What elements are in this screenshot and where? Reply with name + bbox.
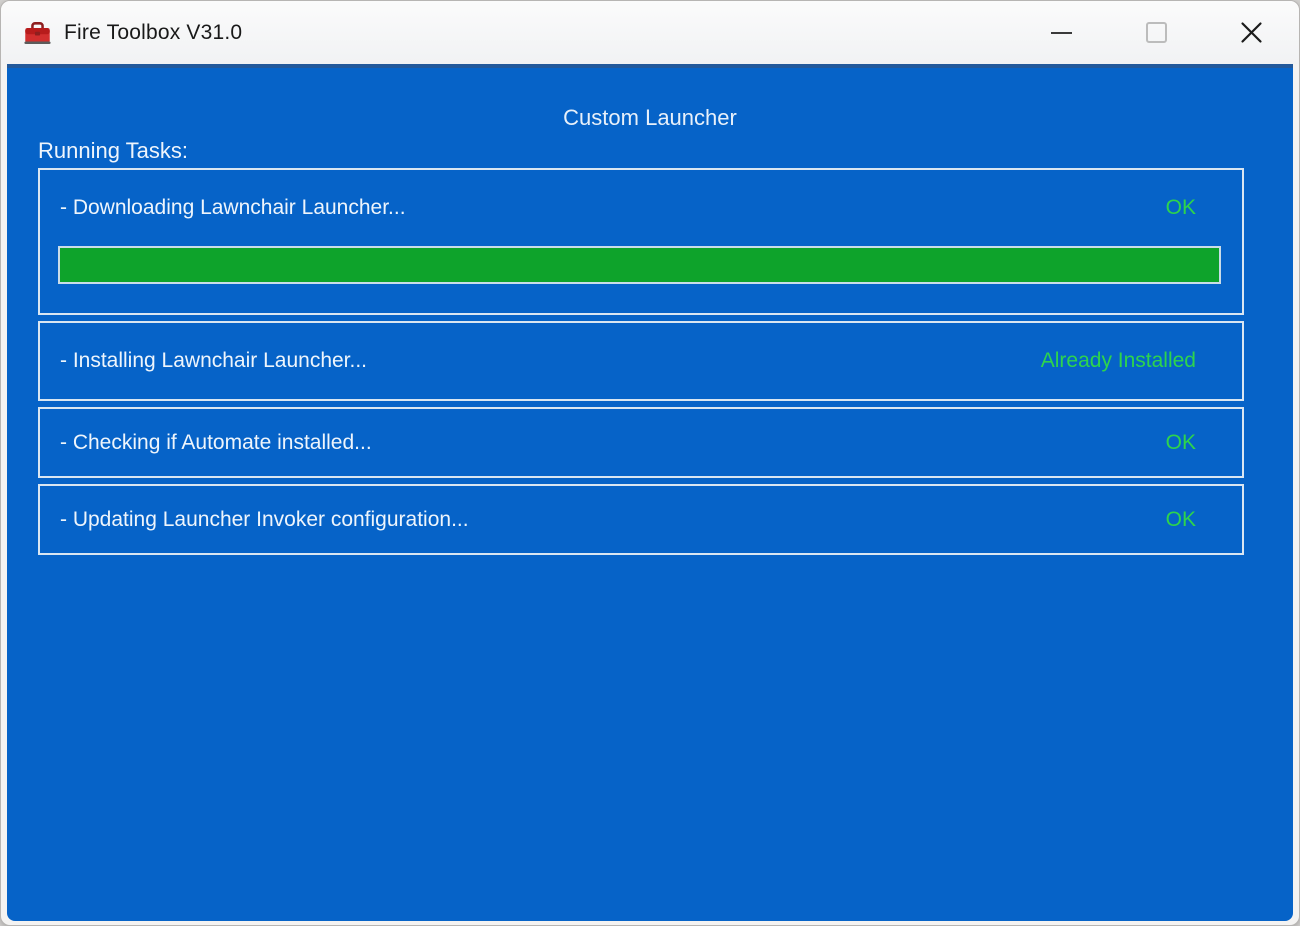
titlebar-left: Fire Toolbox V31.0 bbox=[24, 21, 242, 45]
task-line: - Installing Lawnchair Launcher... Alrea… bbox=[40, 323, 1242, 399]
task-label: - Updating Launcher Invoker configuratio… bbox=[60, 508, 469, 532]
task-row-updating-invoker: - Updating Launcher Invoker configuratio… bbox=[38, 484, 1244, 555]
task-label: - Installing Lawnchair Launcher... bbox=[60, 349, 367, 373]
progress-bar bbox=[58, 246, 1221, 284]
titlebar[interactable]: Fire Toolbox V31.0 bbox=[1, 1, 1299, 64]
task-line: - Downloading Lawnchair Launcher... OK bbox=[40, 170, 1242, 246]
task-row-downloading: - Downloading Lawnchair Launcher... OK bbox=[38, 168, 1244, 315]
content-panel: Custom Launcher Running Tasks: - Downloa… bbox=[7, 64, 1293, 921]
close-icon bbox=[1239, 20, 1264, 45]
task-label: - Downloading Lawnchair Launcher... bbox=[60, 196, 406, 220]
minimize-icon bbox=[1051, 32, 1072, 34]
task-row-checking-automate: - Checking if Automate installed... OK bbox=[38, 407, 1244, 478]
app-window: Fire Toolbox V31.0 Custom Launcher Runni… bbox=[0, 0, 1300, 926]
task-status: OK bbox=[1166, 508, 1196, 532]
task-status: OK bbox=[1166, 196, 1196, 220]
window-controls bbox=[1014, 1, 1299, 64]
maximize-button[interactable] bbox=[1109, 1, 1204, 64]
progress-fill bbox=[60, 248, 1219, 282]
task-status: Already Installed bbox=[1041, 349, 1196, 373]
maximize-icon bbox=[1146, 22, 1167, 43]
close-button[interactable] bbox=[1204, 1, 1299, 64]
task-line: - Updating Launcher Invoker configuratio… bbox=[40, 486, 1242, 553]
task-label: - Checking if Automate installed... bbox=[60, 431, 372, 455]
toolbox-icon bbox=[24, 21, 51, 45]
page-title: Custom Launcher bbox=[7, 68, 1293, 131]
task-line: - Checking if Automate installed... OK bbox=[40, 409, 1242, 476]
window-title: Fire Toolbox V31.0 bbox=[64, 21, 242, 45]
minimize-button[interactable] bbox=[1014, 1, 1109, 64]
task-row-installing: - Installing Lawnchair Launcher... Alrea… bbox=[38, 321, 1244, 401]
running-tasks-label: Running Tasks: bbox=[38, 138, 1293, 164]
task-status: OK bbox=[1166, 431, 1196, 455]
